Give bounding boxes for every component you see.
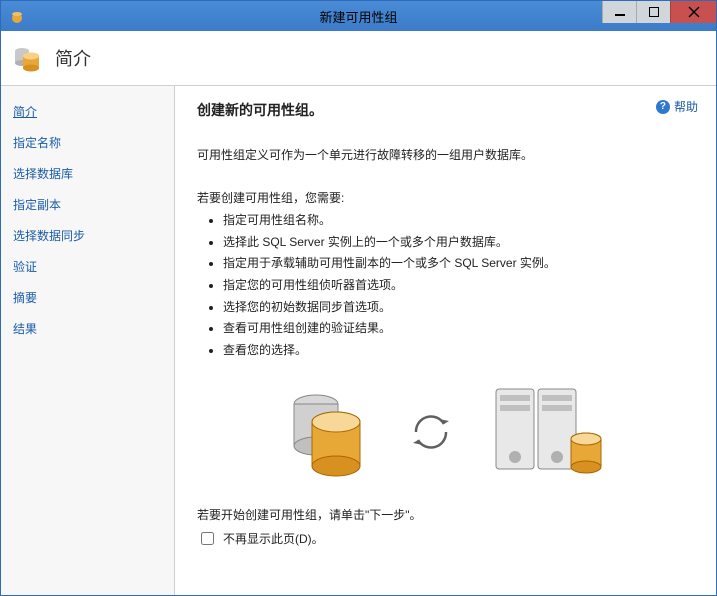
- content-area: ? 帮助 创建新的可用性组。 可用性组定义可作为一个单元进行故障转移的一组用户数…: [175, 86, 716, 595]
- description-text: 可用性组定义可作为一个单元进行故障转移的一组用户数据库。: [197, 146, 694, 165]
- page-title: 简介: [55, 45, 91, 71]
- wizard-header: 简介: [1, 31, 716, 86]
- section-title: 创建新的可用性组。: [197, 100, 694, 120]
- nav-specify-replica[interactable]: 指定副本: [1, 189, 174, 220]
- dont-show-label: 不再显示此页(D)。: [223, 530, 324, 547]
- nav-summary[interactable]: 摘要: [1, 282, 174, 313]
- help-icon: ?: [656, 100, 670, 114]
- wizard-body: 简介 指定名称 选择数据库 指定副本 选择数据同步 验证 摘要 结果 ? 帮助 …: [1, 86, 716, 595]
- bullet-item: 指定可用性组名称。: [223, 210, 694, 232]
- need-label: 若要创建可用性组，您需要:: [197, 189, 694, 206]
- bullet-item: 查看您的选择。: [223, 340, 694, 362]
- nav-intro[interactable]: 简介: [1, 96, 174, 127]
- illustration: [197, 379, 694, 484]
- database-icon: [11, 42, 43, 74]
- wizard-window: 新建可用性组 简介: [0, 0, 717, 596]
- sync-arrows-icon: [406, 407, 456, 457]
- window-title: 新建可用性组: [319, 7, 397, 26]
- help-link[interactable]: ? 帮助: [656, 98, 698, 115]
- maximize-icon: [649, 7, 659, 17]
- nav-result[interactable]: 结果: [1, 313, 174, 344]
- bullet-item: 指定您的可用性组侦听器首选项。: [223, 275, 694, 297]
- window-controls: [602, 1, 716, 23]
- bullet-item: 指定用于承载辅助可用性副本的一个或多个 SQL Server 实例。: [223, 253, 694, 275]
- titlebar: 新建可用性组: [1, 1, 716, 31]
- servers-icon: [488, 379, 608, 484]
- start-text: 若要开始创建可用性组，请单击"下一步"。: [197, 506, 694, 523]
- maximize-button[interactable]: [636, 1, 670, 23]
- database-stack-icon: [284, 382, 374, 482]
- requirements-list: 指定可用性组名称。 选择此 SQL Server 实例上的一个或多个用户数据库。…: [197, 210, 694, 361]
- help-label: 帮助: [674, 98, 698, 115]
- app-icon: [9, 8, 25, 24]
- bullet-item: 选择此 SQL Server 实例上的一个或多个用户数据库。: [223, 232, 694, 254]
- close-button[interactable]: [670, 1, 716, 23]
- minimize-button[interactable]: [602, 1, 636, 23]
- bullet-item: 查看可用性组创建的验证结果。: [223, 318, 694, 340]
- nav-validate[interactable]: 验证: [1, 251, 174, 282]
- nav-select-db[interactable]: 选择数据库: [1, 158, 174, 189]
- dont-show-row: 不再显示此页(D)。: [197, 529, 694, 548]
- minimize-icon: [615, 7, 625, 17]
- nav-specify-name[interactable]: 指定名称: [1, 127, 174, 158]
- nav-select-sync[interactable]: 选择数据同步: [1, 220, 174, 251]
- sidebar: 简介 指定名称 选择数据库 指定副本 选择数据同步 验证 摘要 结果: [1, 86, 175, 595]
- dont-show-checkbox[interactable]: [201, 532, 214, 545]
- close-icon: [688, 6, 700, 18]
- bullet-item: 选择您的初始数据同步首选项。: [223, 297, 694, 319]
